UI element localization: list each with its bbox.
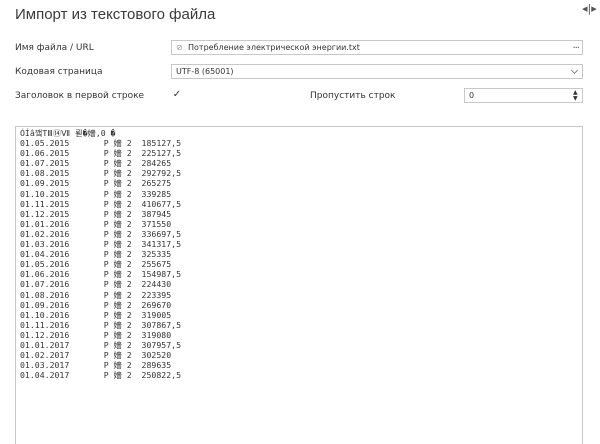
header-label: Заголовок в первой строке: [15, 91, 145, 101]
chevron-down-icon: [570, 66, 579, 75]
file-path-field[interactable]: ⊘ Потребление электрической энергии.txt …: [171, 40, 583, 55]
resize-icon[interactable]: ◂|▸: [582, 2, 597, 15]
encoding-select[interactable]: UTF-8 (65001): [171, 64, 583, 79]
file-preview[interactable]: ÓÍâ꺀TⅢ⑭Ⅶ 뢷�嬙,0 � 01.05.2015 Р 嬙 2 185127…: [15, 126, 583, 444]
header-checkbox[interactable]: ✓: [171, 89, 183, 101]
dialog-title: Импорт из текстового файла: [15, 6, 216, 23]
encoding-value: UTF-8 (65001): [176, 67, 234, 76]
skip-rows-value: 0: [469, 91, 475, 100]
skip-rows-label: Пропустить строк: [310, 91, 396, 101]
file-path-value: Потребление электрической энергии.txt: [188, 43, 360, 52]
spin-down-icon[interactable]: ▼: [573, 96, 579, 102]
preview-text: ÓÍâ꺀TⅢ⑭Ⅶ 뢷�嬙,0 � 01.05.2015 Р 嬙 2 185127…: [20, 128, 181, 381]
file-icon: ⊘: [176, 43, 183, 52]
file-label: Имя файла / URL: [15, 43, 94, 53]
browse-button[interactable]: ...: [572, 39, 579, 52]
skip-rows-stepper[interactable]: 0 ▲ ▼: [464, 88, 583, 103]
encoding-label: Кодовая страница: [15, 67, 103, 77]
